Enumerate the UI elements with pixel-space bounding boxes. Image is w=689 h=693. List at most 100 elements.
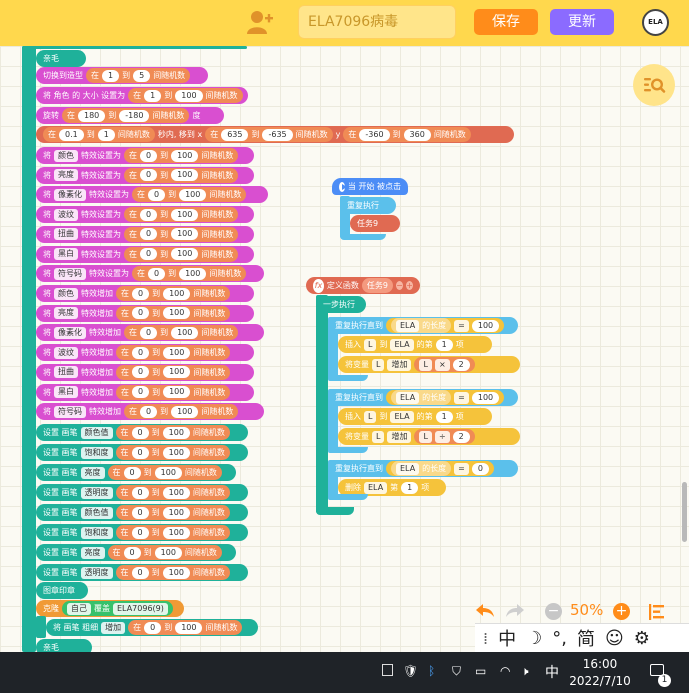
pen-prop-dropdown[interactable]: 颜色值 xyxy=(80,506,113,519)
condition-reporter[interactable]: ELA 的长度 = 0 xyxy=(386,461,494,476)
effect-dropdown[interactable]: 扭曲 xyxy=(54,366,78,379)
value-input[interactable]: 0 xyxy=(131,526,149,539)
block-change-effect[interactable]: 将符号码 特效增加在 0 到 100 间随机数 xyxy=(36,403,264,421)
value-input[interactable]: 0 xyxy=(471,462,489,475)
clone-name-dropdown[interactable]: ELA7096(9) xyxy=(113,602,168,615)
value-input[interactable]: 2 xyxy=(452,358,470,371)
value-input[interactable]: 0 xyxy=(140,169,158,182)
list-dropdown[interactable]: ELA xyxy=(390,338,414,351)
value-input[interactable]: 0 xyxy=(131,426,149,439)
update-button[interactable]: 更新 xyxy=(550,9,614,35)
value-input[interactable]: 100 xyxy=(175,89,203,102)
effect-dropdown[interactable]: 亮度 xyxy=(54,307,78,320)
op-dropdown[interactable]: = xyxy=(454,391,469,404)
value-input[interactable]: 1 xyxy=(435,410,453,423)
value-input[interactable]: 0 xyxy=(140,228,158,241)
list-dropdown[interactable]: ELA xyxy=(390,410,414,423)
block-set-effect[interactable]: 将颜色 特效设置为在 0 到 100 间随机数 xyxy=(36,147,254,164)
notes-icon[interactable] xyxy=(382,664,393,676)
canvas-vertical-scrollbar[interactable] xyxy=(682,482,687,542)
value-input[interactable]: 0 xyxy=(144,621,162,634)
align-blocks-icon[interactable] xyxy=(648,603,666,621)
list-dropdown[interactable]: ELA xyxy=(364,481,388,494)
random-reporter[interactable]: 在 0 到 100 间随机数 xyxy=(116,364,231,380)
block-set-size[interactable]: 将 角色 的 大小 设置为 在 1 到 100 间随机数 xyxy=(36,87,248,104)
ime-mode-toggle[interactable]: 简 xyxy=(577,625,595,651)
op-dropdown[interactable]: 增加 xyxy=(387,358,412,371)
block-change-effect[interactable]: 将颜色 特效增加在 0 到 100 间随机数 xyxy=(36,285,254,302)
security-shield-icon[interactable]: 🛡 xyxy=(403,664,418,678)
effect-dropdown[interactable]: 亮度 xyxy=(54,169,78,182)
random-reporter[interactable]: 在 635 到 -635 间随机数 xyxy=(205,127,333,142)
value-input[interactable]: 0 xyxy=(140,405,158,418)
effect-dropdown[interactable]: 黑白 xyxy=(54,248,78,260)
condition-reporter[interactable]: ELA 的长度 = 100 xyxy=(386,390,505,405)
block-change-var[interactable]: 将变量 L 增加 L ÷ 2 xyxy=(338,428,520,445)
block-set-pen[interactable]: 设置 画笔 饱和度在 0 到 100 间随机数 xyxy=(36,524,248,541)
length-reporter[interactable]: ELA 的长度 xyxy=(391,461,452,476)
random-reporter[interactable]: 在 0 到 100 间随机数 xyxy=(116,305,231,321)
zoom-out-button[interactable]: − xyxy=(545,603,562,620)
block-set-effect[interactable]: 将符号码 特效设置为在 0 到 100 间随机数 xyxy=(36,265,264,283)
block-change-var[interactable]: 将变量 L 增加 L × 2 xyxy=(338,356,520,373)
value-input[interactable]: 100 xyxy=(171,326,199,339)
var-dropdown[interactable]: L xyxy=(364,410,377,423)
value-input[interactable]: 100 xyxy=(171,405,199,418)
var-dropdown[interactable]: L xyxy=(372,358,385,371)
random-reporter[interactable]: 在 0 到 100 间随机数 xyxy=(115,525,230,540)
var-dropdown[interactable]: L xyxy=(419,430,432,443)
list-dropdown[interactable]: ELA xyxy=(396,462,420,475)
battery-icon[interactable]: ▭ xyxy=(475,664,486,678)
random-reporter[interactable]: 在 0 到 100 间随机数 xyxy=(115,565,230,580)
value-input[interactable]: 0 xyxy=(140,326,158,339)
remove-param-icon[interactable]: − xyxy=(395,281,403,290)
effect-dropdown[interactable]: 颜色 xyxy=(54,287,78,300)
user-avatar[interactable]: ELA xyxy=(642,9,669,36)
value-input[interactable]: 100 xyxy=(163,287,191,300)
op-dropdown[interactable]: = xyxy=(454,319,469,332)
save-button[interactable]: 保存 xyxy=(474,9,538,35)
pen-prop-dropdown[interactable]: 饱和度 xyxy=(80,446,113,459)
value-input[interactable]: 100 xyxy=(171,208,199,221)
random-reporter[interactable]: 在 0 到 100 间随机数 xyxy=(115,505,230,520)
random-reporter[interactable]: 在 180 到 -180 间随机数 xyxy=(62,108,190,123)
value-input[interactable]: 100 xyxy=(163,386,191,398)
gear-icon[interactable]: ⚙ xyxy=(634,628,650,649)
pen-prop-dropdown[interactable]: 饱和度 xyxy=(80,526,113,539)
block-change-effect[interactable]: 将黑白 特效增加在 0 到 100 间随机数 xyxy=(36,383,254,401)
ime-drag-handle[interactable]: ⁞ xyxy=(483,629,488,648)
var-dropdown[interactable]: L xyxy=(364,338,377,351)
block-search-button[interactable] xyxy=(633,64,675,106)
random-reporter[interactable]: 在 0 到 100 间随机数 xyxy=(132,187,247,203)
op-dropdown[interactable]: 增加 xyxy=(387,430,412,443)
pen-prop-dropdown[interactable]: 颜色值 xyxy=(80,426,113,439)
value-input[interactable]: 0 xyxy=(140,248,158,260)
block-step-run[interactable]: 一步执行 xyxy=(316,296,366,313)
pen-prop-dropdown[interactable]: 亮度 xyxy=(80,466,105,479)
value-input[interactable]: 0 xyxy=(132,386,150,398)
pen-prop-dropdown[interactable]: 透明度 xyxy=(80,486,113,499)
value-input[interactable]: 100 xyxy=(471,319,500,332)
value-input[interactable]: 0 xyxy=(140,149,158,162)
value-input[interactable]: 180 xyxy=(78,109,106,122)
block-set-pen[interactable]: 设置 画笔 亮度在 0 到 100 间随机数 xyxy=(36,464,236,481)
code-canvas[interactable]: 亲毛 切换到造型 在 1 到 5 间随机数 将 角色 的 大小 设置为 在 1 … xyxy=(0,46,689,652)
value-input[interactable]: -180 xyxy=(119,109,150,122)
function-name-reporter[interactable]: 任务9 xyxy=(361,278,393,293)
block-insert-list[interactable]: 插入 L 到 ELA 的第 1 项 xyxy=(338,408,492,425)
random-reporter[interactable]: 在 1 到 100 间随机数 xyxy=(128,88,243,103)
block-set-effect[interactable]: 将波纹 特效设置为在 0 到 100 间随机数 xyxy=(36,206,254,224)
value-input[interactable]: 100 xyxy=(163,307,191,320)
list-dropdown[interactable]: ELA xyxy=(396,319,420,332)
random-reporter[interactable]: 在 0 到 100 间随机数 xyxy=(116,286,231,301)
random-reporter[interactable]: 在 0 到 100 间随机数 xyxy=(124,148,239,163)
ime-language-toggle[interactable]: 中 xyxy=(498,625,516,651)
block-repeat-until[interactable]: 重复执行直到 ELA 的长度 = 100 xyxy=(328,317,518,334)
block-define-function[interactable]: fx 定义函数 任务9 − + xyxy=(306,277,420,294)
block-pen-size[interactable]: 将 画笔 粗细 增加 在 0 到 100 间随机数 xyxy=(46,619,258,636)
block-when-start[interactable]: 当 开始 被点击 xyxy=(332,178,408,195)
random-reporter[interactable]: 在 0 到 100 间随机数 xyxy=(115,425,230,440)
math-reporter[interactable]: L × 2 xyxy=(414,357,475,372)
random-reporter[interactable]: 在 0 到 100 间随机数 xyxy=(124,207,239,223)
value-input[interactable]: 0 xyxy=(132,346,150,359)
